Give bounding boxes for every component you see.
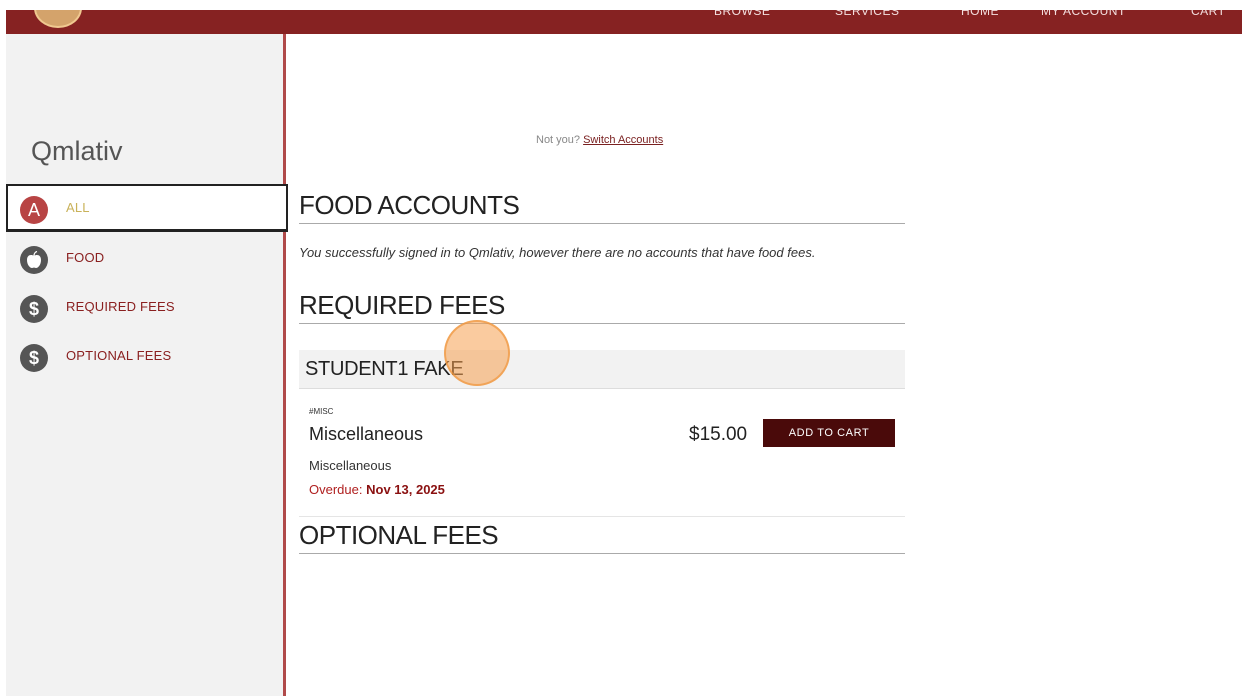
nav-browse[interactable]: BROWSE <box>714 10 770 18</box>
fee-price: $15.00 <box>689 424 748 445</box>
cursor-highlight <box>444 320 510 386</box>
sidebar-item-label: ALL <box>66 200 90 215</box>
food-accounts-message: You successfully signed in to Qmlativ, h… <box>299 245 816 260</box>
required-fees-title: REQUIRED FEES <box>299 290 905 324</box>
brand-title: Qmlativ <box>31 136 123 166</box>
sidebar-item-food[interactable]: FOOD <box>6 234 286 282</box>
dollar-icon: $ <box>20 295 48 323</box>
top-nav-bar: BROWSE SERVICES HOME MY ACCOUNT CART <box>6 10 1242 34</box>
due-label: Overdue: <box>309 482 363 497</box>
fee-description: Miscellaneous <box>309 458 392 473</box>
fee-code: #MISC <box>309 407 334 416</box>
sidebar-item-optional-fees[interactable]: $ OPTIONAL FEES <box>6 332 286 380</box>
nav-services[interactable]: SERVICES <box>835 10 899 18</box>
not-you-text: Not you? <box>536 134 581 146</box>
apple-icon <box>20 246 48 274</box>
account-switch-notice: Not you? Switch Accounts <box>536 134 663 146</box>
dollar-icon: $ <box>20 344 48 372</box>
add-to-cart-button[interactable]: ADD TO CART <box>763 419 895 447</box>
nav-cart[interactable]: CART <box>1191 10 1225 18</box>
nav-home[interactable]: HOME <box>961 10 999 18</box>
row-divider <box>299 516 905 517</box>
optional-fees-title: OPTIONAL FEES <box>299 520 905 554</box>
student-name: STUDENT1 FAKE <box>305 358 464 380</box>
sidebar-item-label: OPTIONAL FEES <box>66 348 172 363</box>
switch-accounts-link[interactable]: Switch Accounts <box>583 134 663 146</box>
sidebar-item-required-fees[interactable]: $ REQUIRED FEES <box>6 283 286 331</box>
nav-my-account[interactable]: MY ACCOUNT <box>1041 10 1126 18</box>
letter-a-icon: A <box>20 196 48 224</box>
sidebar-item-label: REQUIRED FEES <box>66 299 175 314</box>
due-date: Nov 13, 2025 <box>366 482 445 497</box>
food-accounts-title: FOOD ACCOUNTS <box>299 190 905 224</box>
sidebar-item-all[interactable]: A ALL <box>6 184 288 232</box>
fee-due-status: Overdue: Nov 13, 2025 <box>309 482 445 497</box>
fee-name: Miscellaneous <box>309 424 424 444</box>
main-nav: BROWSE SERVICES HOME MY ACCOUNT CART <box>6 10 1242 28</box>
sidebar-item-label: FOOD <box>66 250 105 265</box>
student-header: STUDENT1 FAKE <box>299 350 905 389</box>
